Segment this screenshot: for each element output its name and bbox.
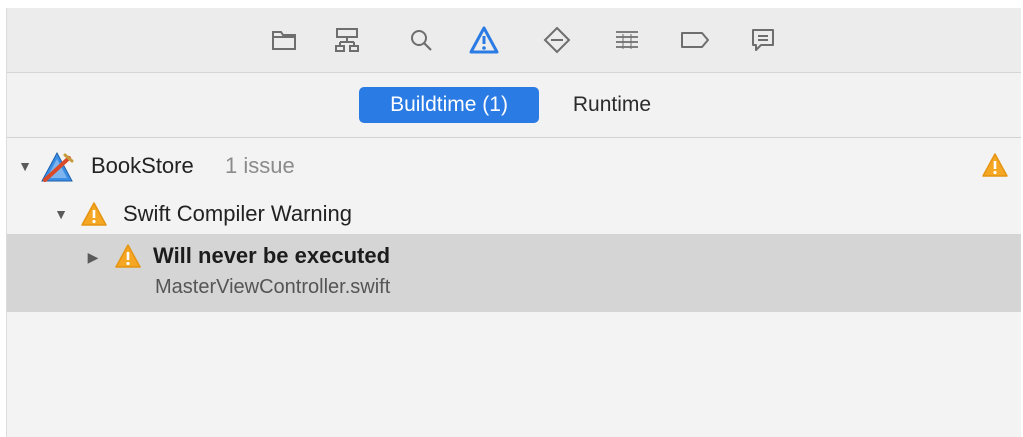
- issue-count: 1 issue: [225, 153, 295, 178]
- xcode-project-icon: [39, 150, 75, 189]
- buildtime-tab[interactable]: Buildtime (1): [359, 87, 539, 123]
- debug-list-icon[interactable]: [609, 22, 645, 58]
- issue-navigator-panel: Buildtime (1) Runtime ▼ BookStore 1 issu…: [6, 8, 1021, 437]
- issue-warning-icon: [113, 243, 143, 274]
- expanded-disclosure-icon[interactable]: ▼: [53, 206, 69, 222]
- report-message-icon[interactable]: [745, 22, 781, 58]
- expanded-disclosure-icon[interactable]: ▼: [17, 158, 33, 174]
- breakpoint-tag-icon[interactable]: [677, 22, 713, 58]
- warning-group-label: Swift Compiler Warning: [123, 201, 353, 226]
- runtime-tab[interactable]: Runtime: [547, 87, 677, 123]
- issue-file: MasterViewController.swift: [155, 276, 391, 298]
- warning-icon[interactable]: [466, 22, 502, 58]
- warning-group-row[interactable]: ▼ Swift Compiler Warning: [7, 194, 1021, 234]
- test-diamond-icon[interactable]: [539, 22, 575, 58]
- issue-title: Will never be executed: [153, 243, 391, 268]
- warning-icon: [79, 201, 109, 232]
- project-name: BookStore: [91, 153, 194, 178]
- hierarchy-icon[interactable]: [329, 22, 365, 58]
- project-warning-icon: [981, 152, 1009, 183]
- project-row[interactable]: ▼ BookStore 1 issue: [7, 146, 1021, 186]
- search-icon[interactable]: [403, 22, 439, 58]
- folder-icon[interactable]: [266, 22, 302, 58]
- collapsed-disclosure-icon[interactable]: ▶: [85, 249, 101, 265]
- issue-scope-bar: Buildtime (1) Runtime: [7, 73, 1021, 138]
- issue-row[interactable]: ▶ Will never be executed MasterViewContr…: [7, 234, 1021, 312]
- navigator-toolbar: [7, 8, 1021, 73]
